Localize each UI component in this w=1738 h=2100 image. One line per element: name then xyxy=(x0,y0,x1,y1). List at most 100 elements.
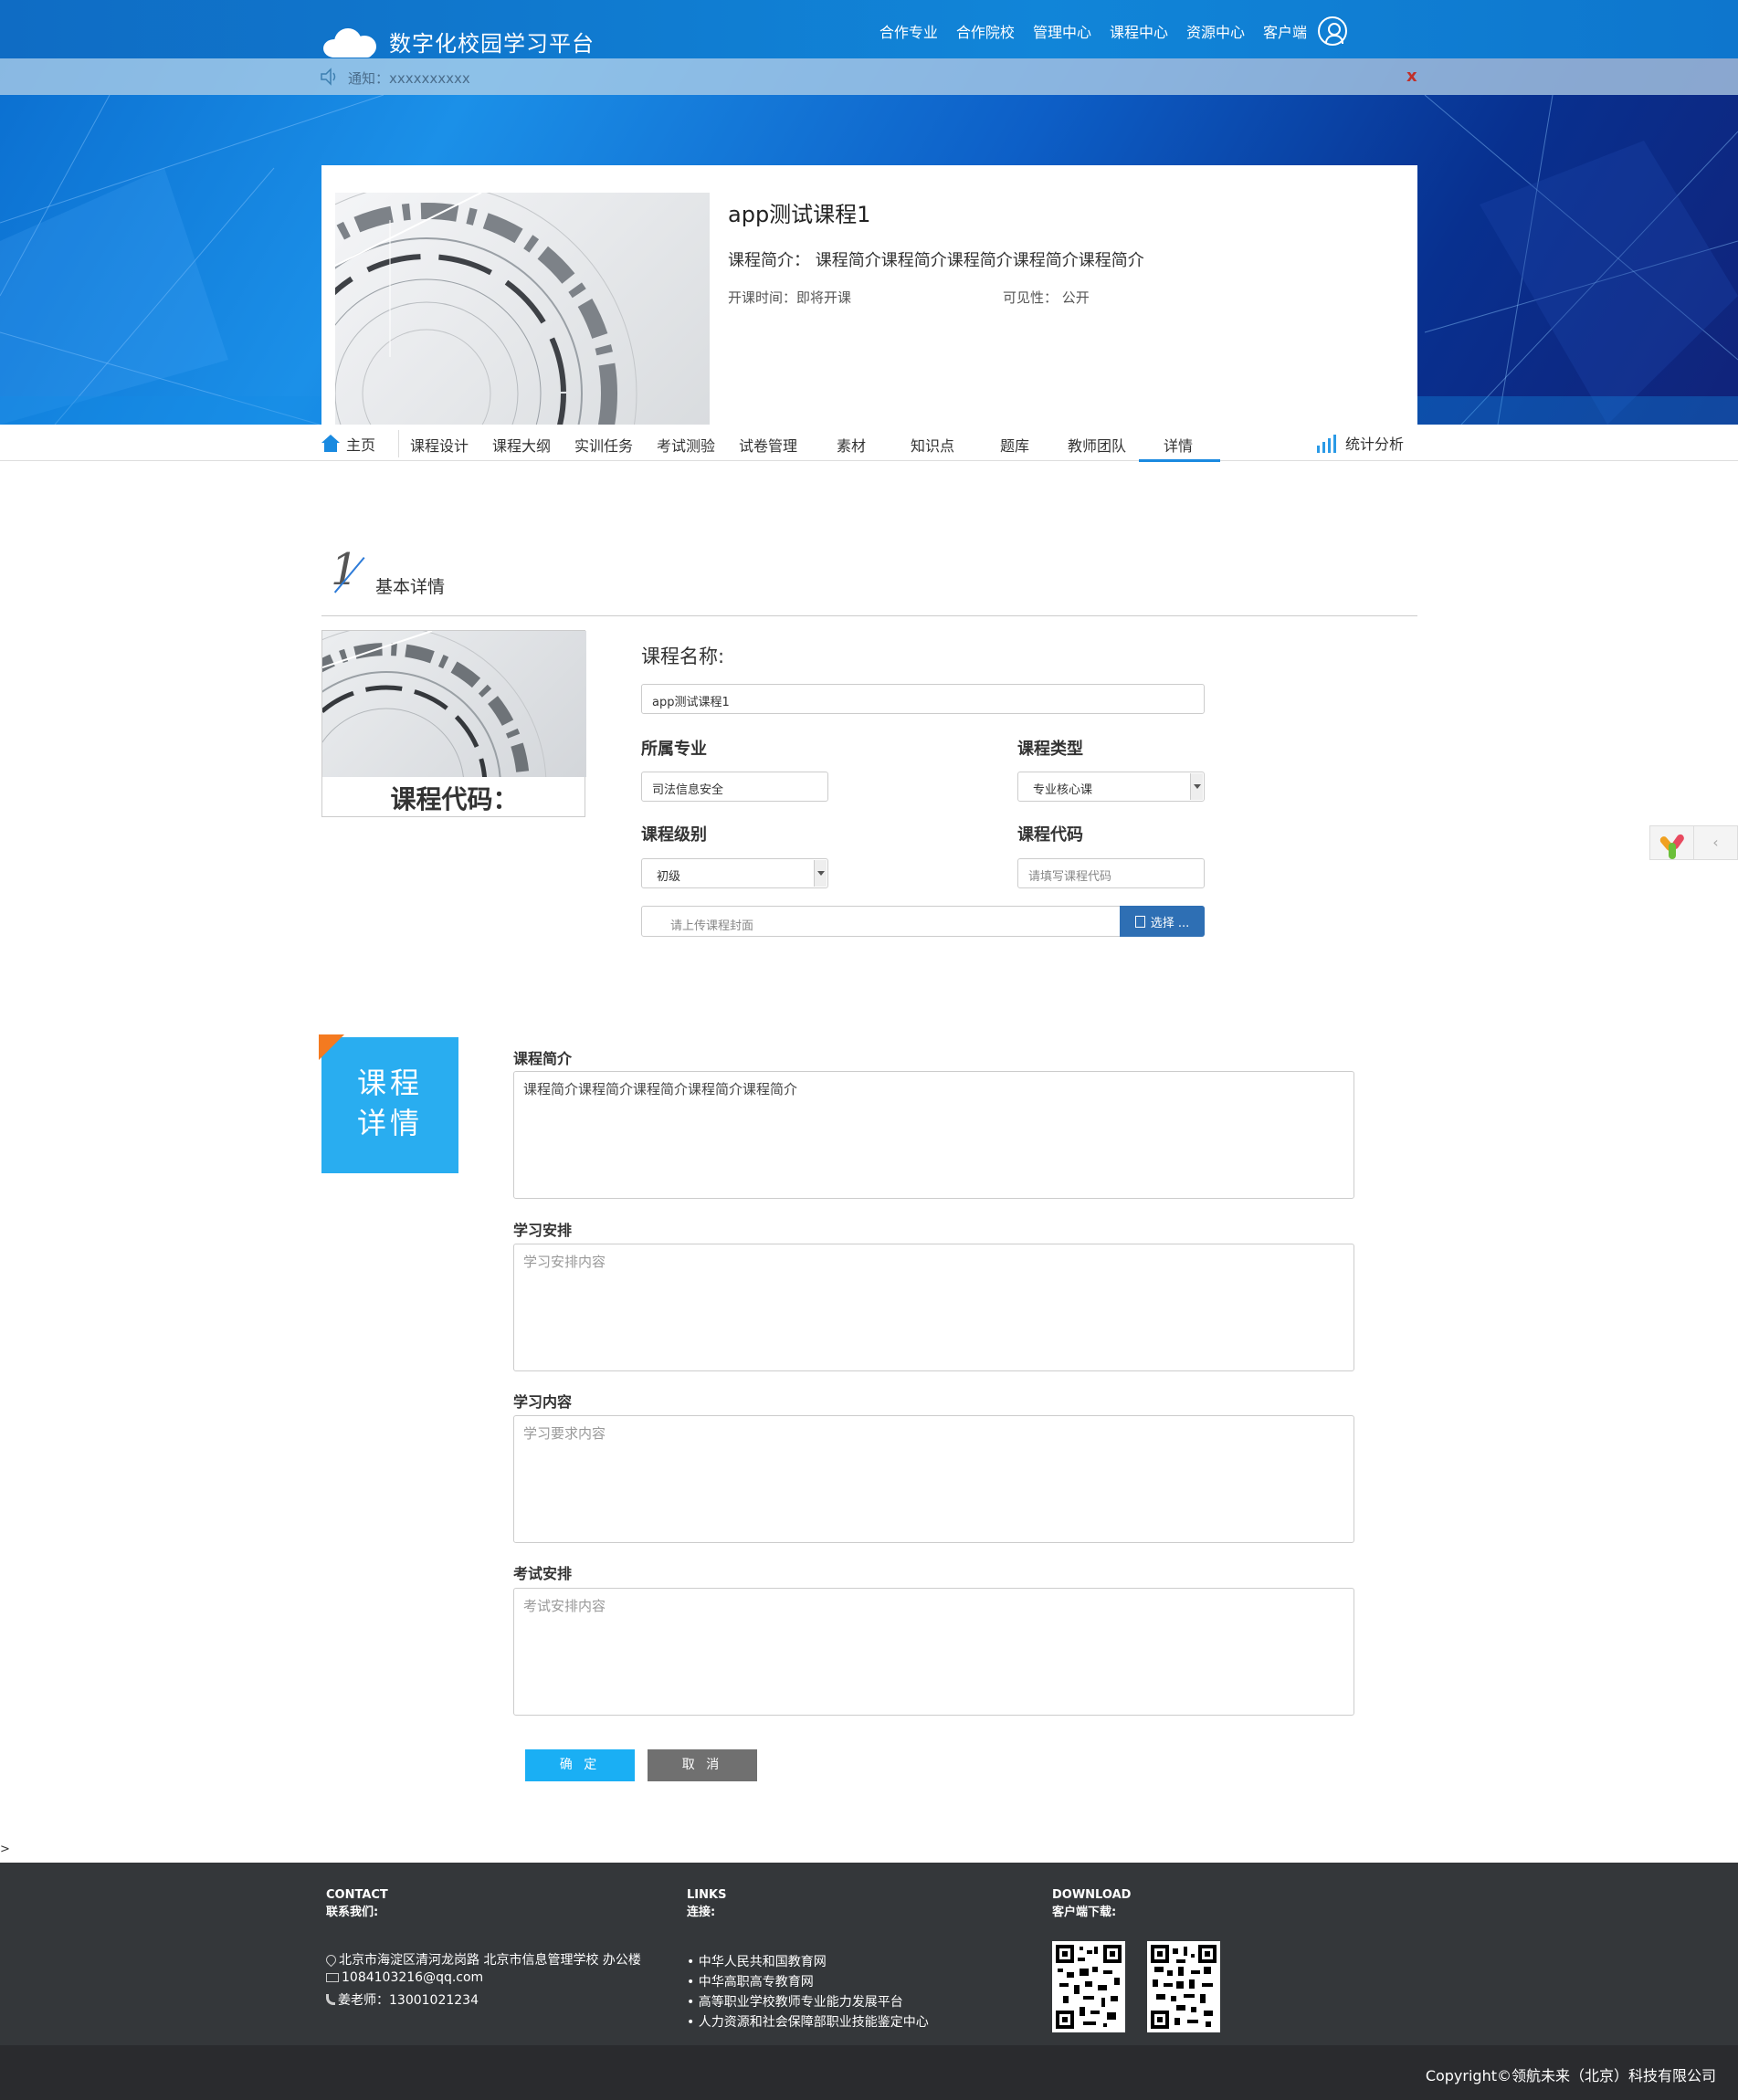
tab-materials[interactable]: 素材 xyxy=(837,434,866,456)
user-icon[interactable] xyxy=(1318,16,1347,46)
nav-client[interactable]: 客户端 xyxy=(1263,20,1307,42)
nav-resource-center[interactable]: 资源中心 xyxy=(1186,20,1245,42)
tab-statistics-label: 统计分析 xyxy=(1345,436,1405,453)
course-type-label: 课程类型 xyxy=(1017,740,1083,759)
badge-line-1: 课程 xyxy=(356,1066,423,1100)
top-bar: 数字化校园学习平台 合作专业 合作院校 管理中心 课程中心 资源中心 客户端 xyxy=(0,0,1738,58)
course-code-label: 课程代码 xyxy=(1017,825,1083,845)
footer-contact-heading: CONTACT 联系我们: xyxy=(326,1886,388,1921)
course-level-label: 课程级别 xyxy=(641,825,707,845)
copyright-bar: Copyright©领航未来（北京）科技有限公司 xyxy=(0,2045,1738,2100)
cover-image xyxy=(322,631,586,777)
phone-icon xyxy=(326,1994,335,2005)
notice-text: 通知：xxxxxxxxxx xyxy=(348,70,470,87)
tab-exams-quizzes[interactable]: 考试测验 xyxy=(657,434,715,456)
notice-bar: 通知：xxxxxxxxxx x xyxy=(0,58,1738,95)
nav-course-center[interactable]: 课程中心 xyxy=(1110,20,1168,42)
footer-link-3[interactable]: • 高等职业学校教师专业能力发展平台 xyxy=(687,1992,903,2011)
nav-management-center[interactable]: 管理中心 xyxy=(1033,20,1091,42)
footer-phone-text: 姜老师：13001021234 xyxy=(338,1993,479,2008)
site-logo[interactable]: 数字化校园学习平台 xyxy=(320,23,595,59)
major-input[interactable]: 司法信息安全 xyxy=(641,772,828,802)
tab-paper-management[interactable]: 试卷管理 xyxy=(739,434,797,456)
schedule-textarea[interactable]: 学习安排内容 xyxy=(513,1244,1354,1371)
nav-partner-schools[interactable]: 合作院校 xyxy=(956,20,1015,42)
footer-address-text: 北京市海淀区清河龙岗路 北京市信息管理学校 办公楼 xyxy=(339,1953,641,1968)
footer-link-1[interactable]: • 中华人民共和国教育网 xyxy=(687,1952,827,1970)
footer-contact-en: CONTACT xyxy=(326,1888,388,1902)
stray-character: > xyxy=(0,1843,10,1856)
cancel-button[interactable]: 取 消 xyxy=(648,1749,757,1781)
tab-course-design[interactable]: 课程设计 xyxy=(410,434,469,456)
tab-divider xyxy=(398,430,399,457)
chevron-left-icon[interactable]: ‹ xyxy=(1694,826,1737,859)
footer-links-cn: 连接: xyxy=(687,1906,716,1919)
intro-textarea[interactable]: 课程简介课程简介课程简介课程简介课程简介 xyxy=(513,1071,1354,1199)
section-divider xyxy=(321,615,1417,616)
badge-line-2: 详情 xyxy=(356,1106,423,1140)
chevron-down-icon xyxy=(1190,773,1203,800)
choose-file-button[interactable]: 选择 ... xyxy=(1120,906,1205,937)
tab-home-label: 主页 xyxy=(346,436,376,454)
footer-download-en: DOWNLOAD xyxy=(1052,1888,1132,1902)
footer-links-heading: LINKS 连接: xyxy=(687,1886,726,1921)
content-textarea[interactable]: 学习要求内容 xyxy=(513,1415,1354,1543)
confirm-button[interactable]: 确 定 xyxy=(525,1749,635,1781)
course-level-value: 初级 xyxy=(657,870,681,884)
folder-icon xyxy=(1134,915,1145,928)
course-summary-card: app测试课程1 课程简介： 课程简介课程简介课程简介课程简介课程简介 开课时间… xyxy=(321,165,1417,425)
footer-download-cn: 客户端下载: xyxy=(1052,1906,1117,1919)
footer: CONTACT 联系我们: 北京市海淀区清河龙岗路 北京市信息管理学校 办公楼 … xyxy=(0,1863,1738,2045)
location-icon xyxy=(323,1952,339,1967)
cover-upload-field[interactable]: 请上传课程封面 选择 ... xyxy=(641,906,1205,937)
badge-corner xyxy=(319,1034,344,1060)
tab-practice-tasks[interactable]: 实训任务 xyxy=(574,434,633,456)
footer-download-heading: DOWNLOAD 客户端下载: xyxy=(1052,1886,1131,1921)
footer-address: 北京市海淀区清河龙岗路 北京市信息管理学校 办公楼 xyxy=(323,1950,641,1969)
tab-teacher-team[interactable]: 教师团队 xyxy=(1068,434,1126,456)
tab-question-bank[interactable]: 题库 xyxy=(1000,434,1029,456)
course-name-label: 课程名称: xyxy=(641,646,725,667)
site-title: 数字化校园学习平台 xyxy=(389,30,595,57)
section-title-basic: 基本详情 xyxy=(375,577,446,597)
course-level-select[interactable]: 初级 xyxy=(641,858,828,888)
course-type-value: 专业核心课 xyxy=(1033,783,1093,797)
top-nav: 合作专业 合作院校 管理中心 课程中心 资源中心 客户端 xyxy=(861,16,1347,46)
course-tab-bar: 主页 课程设计 课程大纲 实训任务 考试测验 试卷管理 素材 知识点 题库 教师… xyxy=(0,425,1738,462)
choose-file-label: 选择 ... xyxy=(1150,916,1190,930)
schedule-label: 学习安排 xyxy=(513,1222,573,1239)
qr-code-icon xyxy=(1052,1941,1125,2032)
course-code-input[interactable]: 请填写课程代码 xyxy=(1017,858,1205,888)
course-name-input[interactable]: app测试课程1 xyxy=(641,684,1205,714)
content-label: 学习内容 xyxy=(513,1393,573,1411)
active-tab-indicator xyxy=(1139,459,1220,462)
cover-upload-placeholder: 请上传课程封面 xyxy=(670,919,754,933)
qr-code-icon xyxy=(1147,1941,1220,2032)
tab-course-outline[interactable]: 课程大纲 xyxy=(492,434,551,456)
footer-email: 1084103216@qq.com xyxy=(326,1970,483,1985)
y-logo-icon xyxy=(1650,826,1694,859)
notice-close-button[interactable]: x xyxy=(1406,67,1417,86)
footer-email-text[interactable]: 1084103216@qq.com xyxy=(342,1970,483,1985)
footer-link-4[interactable]: • 人力资源和社会保障部职业技能鉴定中心 xyxy=(687,2012,929,2031)
side-float-widget[interactable]: ‹ xyxy=(1649,825,1738,860)
course-open-time: 开课时间：即将开课 xyxy=(728,289,852,306)
footer-link-2[interactable]: • 中华高职高专教育网 xyxy=(687,1972,814,1990)
course-visibility: 可见性： 公开 xyxy=(1003,289,1090,306)
footer-links-en: LINKS xyxy=(687,1888,727,1902)
tab-details[interactable]: 详情 xyxy=(1164,434,1193,456)
intro-label: 课程简介 xyxy=(513,1050,573,1067)
footer-phone: 姜老师：13001021234 xyxy=(326,1990,479,2009)
cover-code-label: 课程代码： xyxy=(390,784,519,814)
footer-contact-cn: 联系我们: xyxy=(326,1906,379,1919)
tab-statistics[interactable]: 统计分析 xyxy=(1316,432,1404,454)
home-icon xyxy=(321,435,341,453)
nav-partner-majors[interactable]: 合作专业 xyxy=(880,20,938,42)
course-intro: 课程简介： 课程简介课程简介课程简介课程简介课程简介 xyxy=(728,251,1144,270)
exam-textarea[interactable]: 考试安排内容 xyxy=(513,1588,1354,1716)
copyright-text: Copyright©领航未来（北京）科技有限公司 xyxy=(1425,2067,1716,2084)
course-type-select[interactable]: 专业核心课 xyxy=(1017,772,1205,802)
course-banner: 通知：xxxxxxxxxx x app测试课程1 课程简介： 课程简介课程简介课… xyxy=(0,58,1738,425)
tab-home[interactable]: 主页 xyxy=(321,433,375,455)
tab-knowledge-points[interactable]: 知识点 xyxy=(911,434,954,456)
